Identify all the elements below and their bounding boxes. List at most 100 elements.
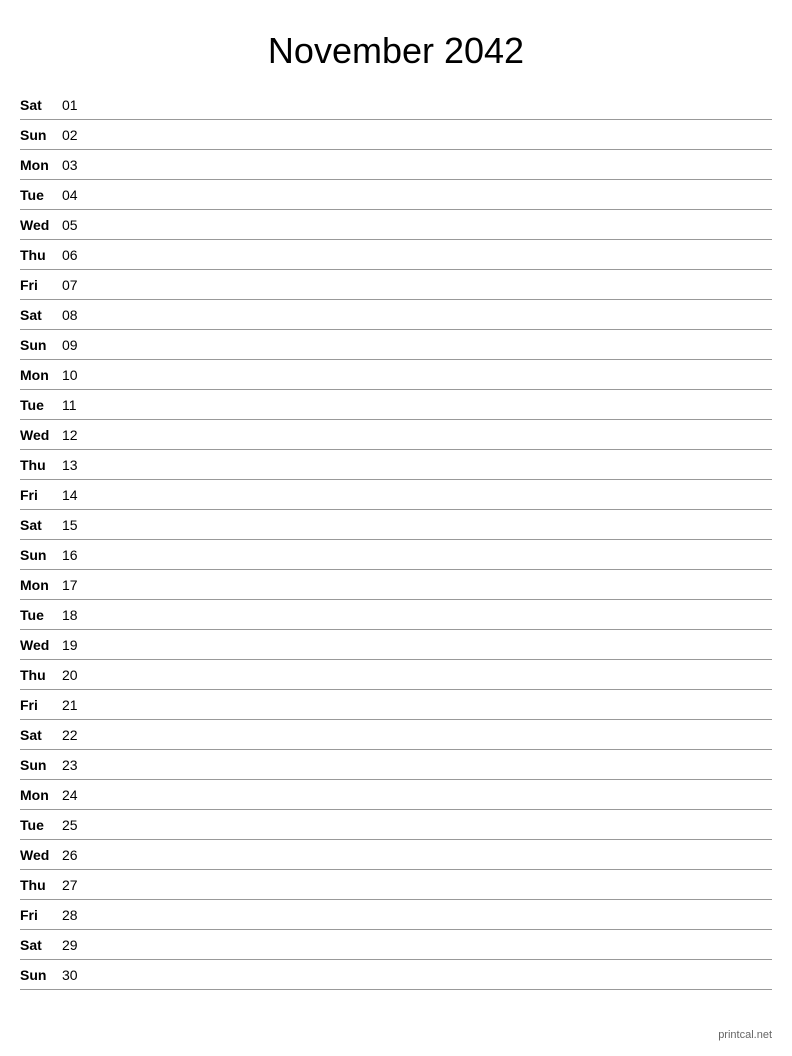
- day-writing-line: [90, 404, 772, 405]
- date-number-label: 22: [62, 727, 90, 743]
- day-writing-line: [90, 674, 772, 675]
- day-of-week-label: Wed: [20, 847, 62, 863]
- date-number-label: 25: [62, 817, 90, 833]
- day-of-week-label: Tue: [20, 187, 62, 203]
- date-number-label: 19: [62, 637, 90, 653]
- day-of-week-label: Thu: [20, 877, 62, 893]
- day-row: Wed19: [20, 630, 772, 660]
- day-row: Tue11: [20, 390, 772, 420]
- day-of-week-label: Fri: [20, 907, 62, 923]
- day-row: Sat01: [20, 90, 772, 120]
- calendar-rows: Sat01Sun02Mon03Tue04Wed05Thu06Fri07Sat08…: [20, 90, 772, 990]
- footer-text: printcal.net: [718, 1029, 772, 1041]
- day-row: Thu27: [20, 870, 772, 900]
- day-of-week-label: Fri: [20, 277, 62, 293]
- date-number-label: 12: [62, 427, 90, 443]
- day-writing-line: [90, 284, 772, 285]
- day-row: Sun23: [20, 750, 772, 780]
- day-writing-line: [90, 164, 772, 165]
- day-row: Fri14: [20, 480, 772, 510]
- day-writing-line: [90, 764, 772, 765]
- day-writing-line: [90, 314, 772, 315]
- date-number-label: 08: [62, 307, 90, 323]
- day-row: Tue25: [20, 810, 772, 840]
- date-number-label: 30: [62, 967, 90, 983]
- day-of-week-label: Sun: [20, 757, 62, 773]
- day-row: Tue18: [20, 600, 772, 630]
- date-number-label: 21: [62, 697, 90, 713]
- day-row: Sat29: [20, 930, 772, 960]
- date-number-label: 14: [62, 487, 90, 503]
- day-writing-line: [90, 494, 772, 495]
- date-number-label: 04: [62, 187, 90, 203]
- day-of-week-label: Sun: [20, 547, 62, 563]
- day-writing-line: [90, 644, 772, 645]
- day-of-week-label: Sun: [20, 967, 62, 983]
- day-row: Sun16: [20, 540, 772, 570]
- day-writing-line: [90, 344, 772, 345]
- day-writing-line: [90, 734, 772, 735]
- day-row: Fri21: [20, 690, 772, 720]
- day-writing-line: [90, 704, 772, 705]
- day-writing-line: [90, 104, 772, 105]
- date-number-label: 20: [62, 667, 90, 683]
- date-number-label: 17: [62, 577, 90, 593]
- day-of-week-label: Mon: [20, 577, 62, 593]
- day-writing-line: [90, 524, 772, 525]
- day-writing-line: [90, 134, 772, 135]
- date-number-label: 02: [62, 127, 90, 143]
- date-number-label: 09: [62, 337, 90, 353]
- day-writing-line: [90, 464, 772, 465]
- day-of-week-label: Thu: [20, 247, 62, 263]
- day-writing-line: [90, 224, 772, 225]
- day-of-week-label: Fri: [20, 487, 62, 503]
- day-of-week-label: Tue: [20, 817, 62, 833]
- day-of-week-label: Thu: [20, 457, 62, 473]
- day-writing-line: [90, 794, 772, 795]
- day-row: Fri07: [20, 270, 772, 300]
- day-row: Wed12: [20, 420, 772, 450]
- day-writing-line: [90, 434, 772, 435]
- date-number-label: 13: [62, 457, 90, 473]
- day-row: Sun30: [20, 960, 772, 990]
- day-row: Wed26: [20, 840, 772, 870]
- day-of-week-label: Sat: [20, 307, 62, 323]
- day-writing-line: [90, 944, 772, 945]
- day-of-week-label: Sat: [20, 517, 62, 533]
- date-number-label: 26: [62, 847, 90, 863]
- day-row: Fri28: [20, 900, 772, 930]
- day-of-week-label: Sat: [20, 937, 62, 953]
- date-number-label: 24: [62, 787, 90, 803]
- day-row: Sat15: [20, 510, 772, 540]
- day-writing-line: [90, 914, 772, 915]
- date-number-label: 03: [62, 157, 90, 173]
- day-writing-line: [90, 584, 772, 585]
- date-number-label: 28: [62, 907, 90, 923]
- day-of-week-label: Mon: [20, 367, 62, 383]
- date-number-label: 05: [62, 217, 90, 233]
- day-row: Mon03: [20, 150, 772, 180]
- date-number-label: 06: [62, 247, 90, 263]
- day-of-week-label: Wed: [20, 217, 62, 233]
- date-number-label: 01: [62, 97, 90, 113]
- day-of-week-label: Tue: [20, 607, 62, 623]
- date-number-label: 15: [62, 517, 90, 533]
- day-writing-line: [90, 194, 772, 195]
- date-number-label: 27: [62, 877, 90, 893]
- day-of-week-label: Wed: [20, 427, 62, 443]
- day-row: Thu20: [20, 660, 772, 690]
- date-number-label: 29: [62, 937, 90, 953]
- day-row: Mon17: [20, 570, 772, 600]
- page: November 2042 Sat01Sun02Mon03Tue04Wed05T…: [0, 0, 792, 1056]
- day-writing-line: [90, 614, 772, 615]
- page-title: November 2042: [20, 30, 772, 72]
- day-of-week-label: Fri: [20, 697, 62, 713]
- day-row: Sat22: [20, 720, 772, 750]
- day-of-week-label: Mon: [20, 157, 62, 173]
- day-of-week-label: Sat: [20, 727, 62, 743]
- day-of-week-label: Wed: [20, 637, 62, 653]
- day-row: Mon24: [20, 780, 772, 810]
- day-writing-line: [90, 254, 772, 255]
- day-row: Thu13: [20, 450, 772, 480]
- date-number-label: 11: [62, 397, 90, 413]
